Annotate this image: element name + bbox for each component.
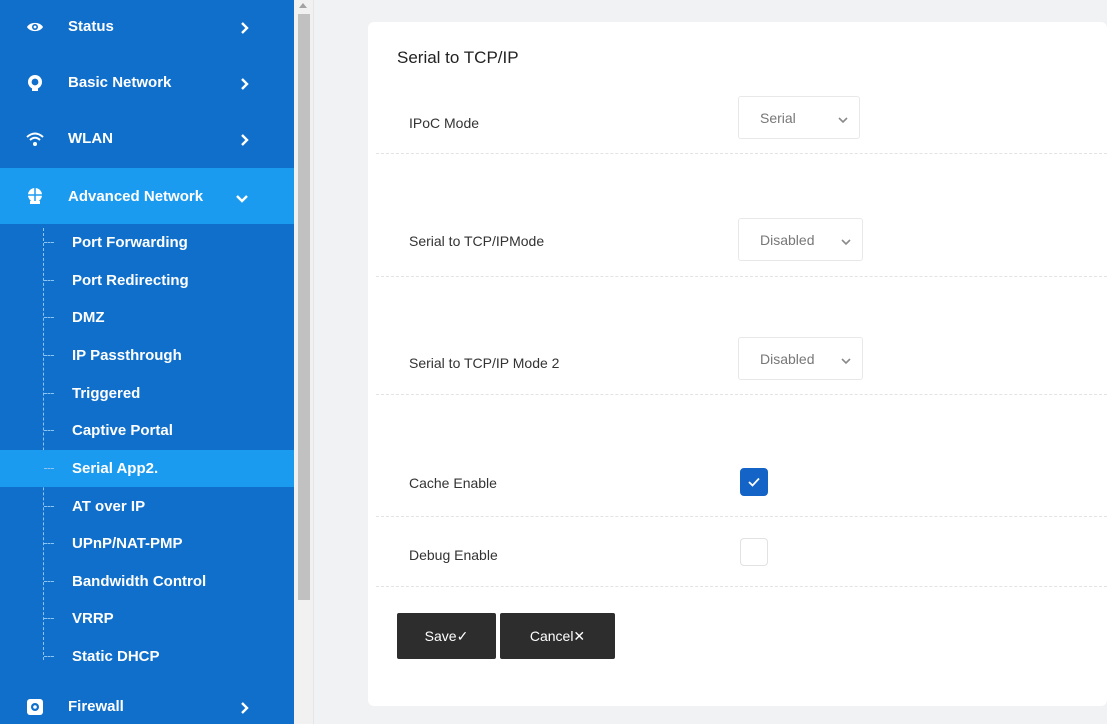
wifi-icon	[26, 130, 44, 148]
sidebar-item-label: Port Redirecting	[72, 272, 189, 289]
row-divider	[376, 586, 1107, 587]
select-value: Disabled	[760, 350, 815, 367]
nav-item-basic-network[interactable]: Basic Network	[0, 64, 294, 101]
debug-enable-checkbox[interactable]	[740, 538, 768, 566]
sidebar-item-label: UPnP/NAT-PMP	[72, 535, 183, 552]
debug-enable-label: Debug Enable	[409, 547, 498, 563]
tree-tick	[44, 430, 54, 431]
chevron-down-icon	[838, 112, 848, 124]
chevron-down-icon	[841, 234, 851, 246]
nav-item-status[interactable]: Status	[0, 8, 294, 45]
chevron-right-icon	[240, 133, 250, 146]
nav-item-label: Advanced Network	[68, 187, 204, 205]
sidebar-item-label: VRRP	[72, 610, 114, 627]
tree-tick	[44, 543, 54, 544]
nav-item-wlan[interactable]: WLAN	[0, 120, 294, 157]
tree-tick	[44, 393, 54, 394]
nav-item-label: Status	[68, 18, 114, 35]
sidebar-item-label: DMZ	[72, 309, 105, 326]
page-title: Serial to TCP/IP	[397, 48, 519, 67]
sidebar: Status Basic Network WLAN Advanced Netwo…	[0, 0, 294, 724]
sidebar-item-label: Captive Portal	[72, 422, 173, 439]
row-divider	[376, 276, 1107, 277]
serial-tcp-mode2-select[interactable]: Disabled	[738, 337, 863, 380]
sidebar-item-static-dhcp[interactable]: Static DHCP	[0, 638, 294, 675]
chevron-right-icon	[240, 701, 250, 714]
cancel-button[interactable]: Cancel✕	[500, 613, 615, 659]
cache-enable-checkbox[interactable]	[740, 468, 768, 496]
sidebar-item-label: Bandwidth Control	[72, 573, 207, 590]
nav-item-label: Firewall	[68, 698, 124, 715]
select-value: Serial	[760, 109, 796, 126]
sidebar-item-serial-app2[interactable]: Serial App2.	[0, 450, 294, 487]
sidebar-item-label: Static DHCP	[72, 648, 160, 665]
tree-tick	[44, 506, 54, 507]
tree-tick	[44, 317, 54, 318]
tree-tick	[44, 656, 54, 657]
firewall-icon	[26, 698, 44, 716]
serial-tcp-mode-select[interactable]: Disabled	[738, 218, 863, 261]
sidebar-item-label: AT over IP	[72, 498, 146, 515]
sidebar-item-port-forwarding[interactable]: Port Forwarding	[0, 224, 294, 261]
serial-tcp-mode2-label: Serial to TCP/IP Mode 2	[409, 355, 560, 371]
network-icon	[26, 187, 44, 205]
tree-tick	[44, 242, 54, 243]
sidebar-item-bandwidth-control[interactable]: Bandwidth Control	[0, 563, 294, 600]
chevron-right-icon	[240, 77, 250, 90]
sidebar-scrollbar[interactable]	[294, 0, 314, 724]
scroll-up-arrow-icon[interactable]	[299, 3, 307, 8]
sidebar-item-upnp-nat-pmp[interactable]: UPnP/NAT-PMP	[0, 525, 294, 562]
tree-tick	[44, 618, 54, 619]
ipoc-mode-select[interactable]: Serial	[738, 96, 860, 139]
row-divider	[376, 153, 1107, 154]
serial-tcp-mode-label: Serial to TCP/IPMode	[409, 233, 545, 249]
checkmark-icon	[748, 477, 760, 487]
sidebar-item-label: Triggered	[72, 385, 141, 402]
ipoc-mode-label: IPoC Mode	[409, 115, 480, 131]
scrollbar-thumb[interactable]	[298, 14, 310, 600]
sidebar-item-at-over-ip[interactable]: AT over IP	[0, 488, 294, 525]
sidebar-item-port-redirecting[interactable]: Port Redirecting	[0, 262, 294, 299]
nav-item-advanced-network[interactable]: Advanced Network	[0, 168, 294, 224]
tree-tick	[44, 280, 54, 281]
chevron-down-icon	[236, 191, 248, 203]
sidebar-item-label: Serial App2.	[72, 460, 159, 477]
chevron-down-icon	[841, 353, 851, 365]
sidebar-item-dmz[interactable]: DMZ	[0, 299, 294, 336]
row-divider	[376, 516, 1107, 517]
save-button[interactable]: Save✓	[397, 613, 496, 659]
globe-icon	[26, 74, 44, 92]
cache-enable-label: Cache Enable	[409, 475, 497, 491]
sidebar-item-captive-portal[interactable]: Captive Portal	[0, 412, 294, 449]
sidebar-item-ip-passthrough[interactable]: IP Passthrough	[0, 337, 294, 374]
nav-item-firewall[interactable]: Firewall	[0, 688, 294, 724]
sidebar-item-triggered[interactable]: Triggered	[0, 375, 294, 412]
tree-tick	[44, 581, 54, 582]
tree-tick	[44, 468, 54, 469]
chevron-right-icon	[240, 21, 250, 34]
select-value: Disabled	[760, 231, 815, 248]
sidebar-item-label: Port Forwarding	[72, 234, 188, 251]
row-divider	[376, 394, 1107, 395]
eye-icon	[26, 18, 44, 36]
nav-item-label: WLAN	[68, 130, 113, 147]
settings-card: Serial to TCP/IP IPoC Mode Serial Serial…	[368, 22, 1107, 706]
sidebar-item-vrrp[interactable]: VRRP	[0, 600, 294, 637]
tree-tick	[44, 355, 54, 356]
nav-item-label: Basic Network	[68, 74, 172, 91]
sidebar-item-label: IP Passthrough	[72, 347, 182, 364]
